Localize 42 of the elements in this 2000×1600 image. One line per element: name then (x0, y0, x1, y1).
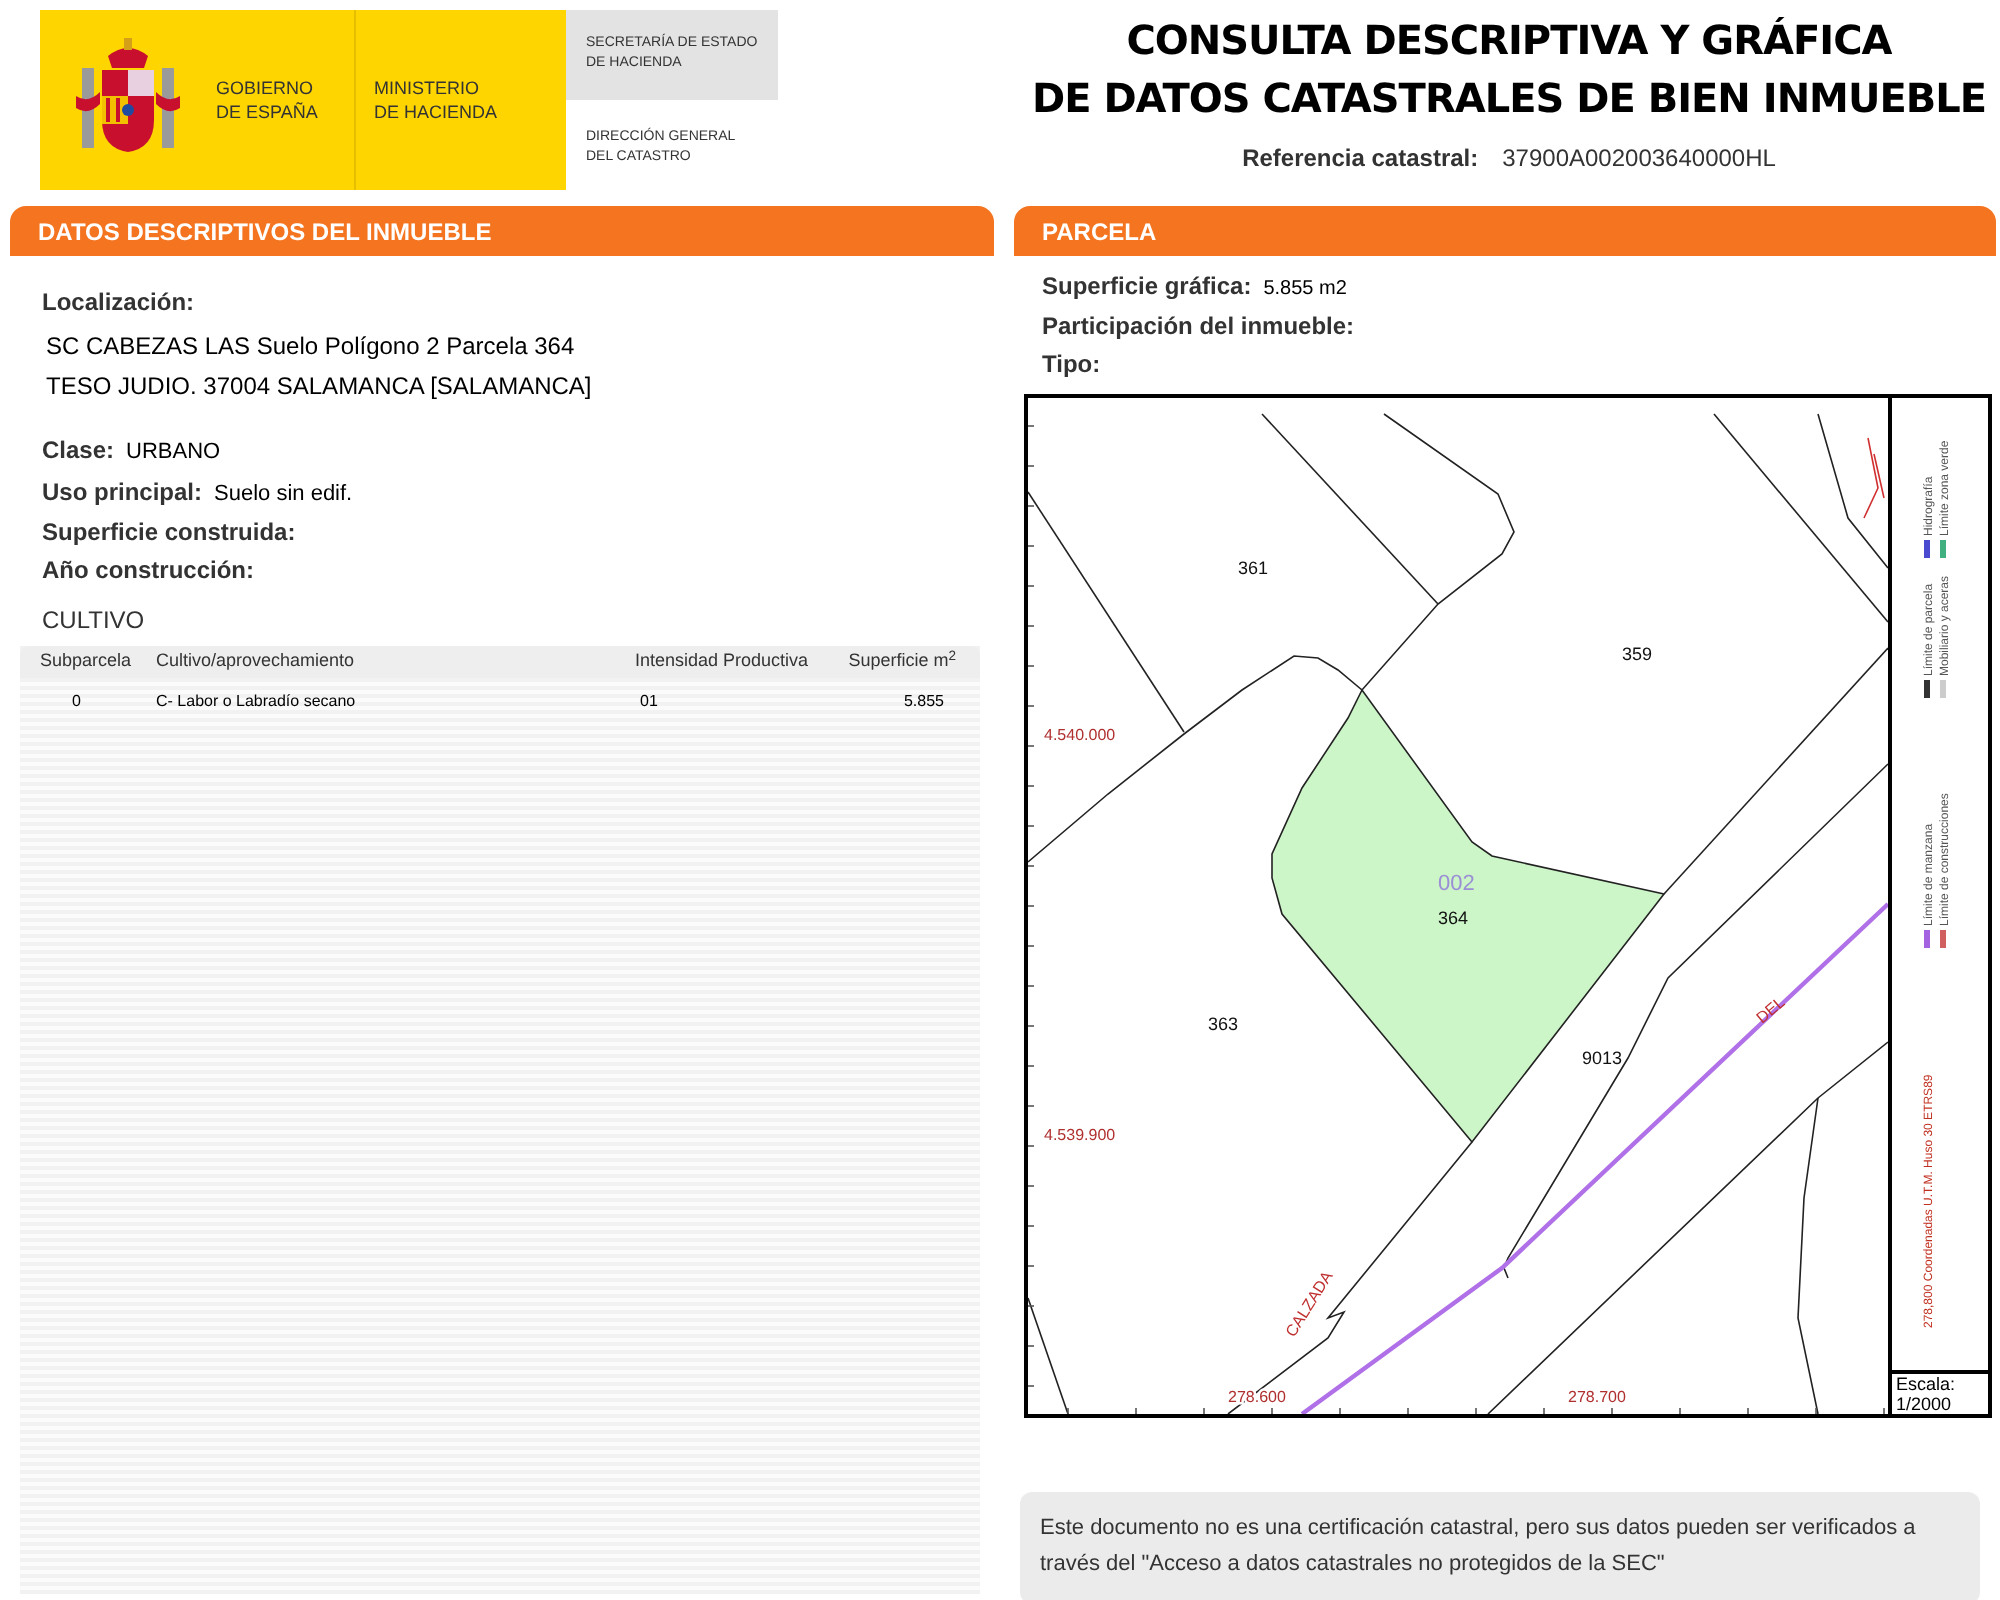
ministry-name: MINISTERIO DE HACIENDA (374, 76, 498, 124)
scale-label: Escala: (1896, 1374, 1958, 1394)
section-header: DATOS DESCRIPTIVOS DEL INMUEBLE (10, 206, 994, 256)
parcel-number: 359 (1622, 644, 1653, 664)
parcel-number: 364 (1438, 908, 1469, 928)
column-header: Superficie m$^{2}$ (846, 648, 958, 675)
reference-label: Referencia catastral: (1242, 142, 1479, 176)
subparcel-code: 002 (1438, 872, 1475, 896)
document-title: CONSULTA DESCRIPTIVA Y GRÁFICA DE DATOS CATASTRALES DE BIEN INMUEBLE (1031, 14, 1987, 126)
parcel-number: 9013 (1582, 1048, 1623, 1068)
field-label: Uso principal: (42, 475, 203, 507)
field-value: 5.855 m2 (1263, 276, 1347, 304)
coordinate-label: 278.700 (1568, 1388, 1626, 1406)
column-header: Cultivo/aprovechamiento (156, 648, 357, 675)
field-value: Suelo sin edif. (214, 479, 353, 509)
street-name: DEL (1753, 993, 1789, 1028)
coordinate-label: 4.539.900 (1044, 1126, 1116, 1144)
field-label: Localización: (42, 286, 197, 320)
table-cell-text: 0 (70, 690, 83, 714)
address-line: SC CABEZAS LAS Suelo Polígono 2 Parcela 364 (46, 330, 575, 364)
column-header: Intensidad Productiva (632, 648, 810, 675)
parcel-number: 361 (1238, 558, 1269, 578)
section-title: CULTIVO (42, 604, 145, 638)
table-cell-text: 01 (638, 690, 660, 714)
field-value: URBANO (126, 438, 221, 468)
field-label: Tipo: (1042, 348, 1101, 380)
government-name: GOBIERNO DE ESPAÑA (216, 76, 320, 124)
field-label: Superficie construida: (42, 516, 296, 548)
address-line: TESO JUDIO. 37004 SALAMANCA [SALAMANCA] (46, 370, 592, 404)
field-label: Participación del inmueble: (1042, 310, 1355, 342)
table-cell-text: 5.855 (901, 690, 946, 714)
table-cell-text: C- Labor o Labradío secano (156, 690, 358, 714)
scale-value: 1/2000 (1896, 1394, 1954, 1414)
field-label: Año construcción: (42, 554, 255, 586)
field-label: Clase: (42, 434, 115, 466)
field-label: Superficie gráfica: (1042, 270, 1252, 302)
parcel-number: 363 (1208, 1014, 1239, 1034)
section-header: PARCELA (1014, 206, 1996, 256)
notice-box: Este documento no es una certificación catastral, pero sus datos pueden ser verificados a través del "Acceso a datos catastrales no protegidos de la SEC" (1020, 1492, 1980, 1600)
column-header: Subparcela (38, 648, 134, 675)
reference-value: 37900A002003640000HL (1502, 142, 1776, 176)
coordinate-label: 4.540.000 (1044, 726, 1116, 744)
